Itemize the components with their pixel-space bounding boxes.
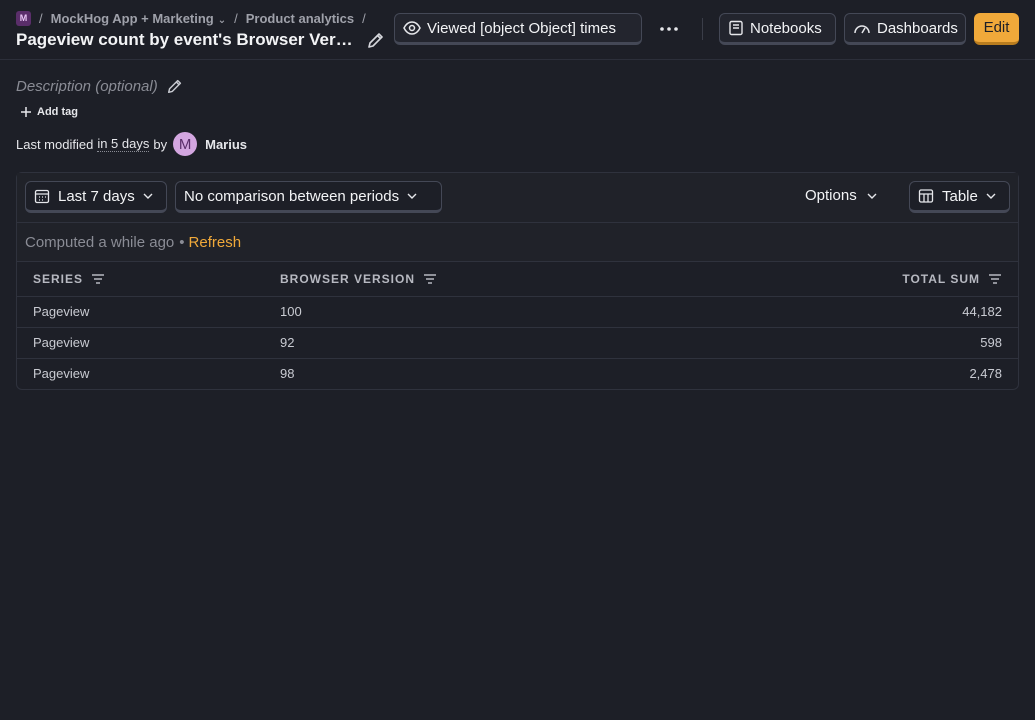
refresh-link[interactable]: Refresh bbox=[189, 234, 242, 251]
chevron-down-icon bbox=[986, 193, 996, 199]
dashboards-label: Dashboards bbox=[877, 19, 958, 37]
author-name: Marius bbox=[205, 136, 248, 152]
views-count-button[interactable]: Viewed [object Object] times bbox=[394, 13, 642, 45]
computed-status: Computed a while ago • Refresh bbox=[17, 223, 1018, 262]
pencil-icon bbox=[368, 33, 383, 48]
page-title[interactable]: Pageview count by event's Browser Versio… bbox=[16, 30, 361, 50]
pencil-icon bbox=[167, 79, 181, 94]
sort-icon bbox=[92, 274, 105, 284]
comparison-label: No comparison between periods bbox=[184, 187, 400, 205]
breadcrumb: M / MockHog App + Marketing ⌄ / Product a… bbox=[16, 10, 366, 26]
display-type-label: Table bbox=[942, 187, 978, 205]
table-header-row: SERIES BROWSER VERSION TOTAL SUM bbox=[17, 262, 1018, 297]
browser-version-cell: 98 bbox=[280, 366, 295, 382]
breadcrumb-separator: / bbox=[362, 10, 366, 26]
views-count-label: Viewed [object Object] times bbox=[427, 19, 616, 37]
sort-icon bbox=[989, 274, 1001, 284]
column-header-label: BROWSER VERSION bbox=[280, 271, 416, 286]
results-table: SERIES BROWSER VERSION TOTAL SUM Pagevie… bbox=[17, 262, 1018, 389]
total-sum-cell: 44,182 bbox=[708, 296, 1018, 328]
total-sum-cell: 598 bbox=[708, 327, 1018, 359]
gauge-icon bbox=[854, 25, 870, 34]
date-range-label: Last 7 days bbox=[58, 187, 135, 205]
computed-text: Computed a while ago bbox=[25, 233, 175, 251]
total-sum-cell: 2,478 bbox=[969, 366, 1002, 382]
last-modified: Last modified in 5 days by M Marius bbox=[16, 132, 248, 156]
comparison-select[interactable]: No comparison between periods bbox=[175, 181, 442, 213]
table-row: Pageview 92 598 bbox=[17, 327, 1018, 359]
table-row: Pageview 98 2,478 bbox=[17, 358, 1018, 389]
add-tag-button[interactable]: Add tag bbox=[16, 104, 82, 120]
description-field[interactable]: Description (optional) bbox=[16, 77, 184, 95]
breadcrumb-project-label: MockHog App + Marketing bbox=[50, 10, 214, 26]
project-badge[interactable]: M bbox=[16, 10, 31, 26]
more-options-button[interactable] bbox=[655, 18, 683, 40]
breadcrumb-section[interactable]: Product analytics bbox=[246, 11, 354, 26]
series-cell: Pageview bbox=[17, 327, 264, 359]
more-horizontal-icon bbox=[660, 27, 678, 31]
column-header-series[interactable]: SERIES bbox=[17, 262, 264, 297]
plus-icon bbox=[21, 107, 31, 117]
notebooks-label: Notebooks bbox=[750, 19, 822, 37]
breadcrumb-separator: / bbox=[39, 10, 43, 26]
display-type-select[interactable]: Table bbox=[909, 181, 1010, 213]
add-tag-label: Add tag bbox=[37, 106, 78, 118]
divider bbox=[702, 18, 703, 40]
eye-icon bbox=[403, 21, 421, 35]
chevron-down-icon bbox=[867, 193, 877, 199]
modified-time: in 5 days bbox=[97, 136, 150, 152]
filter-bar: Last 7 days No comparison between period… bbox=[17, 173, 1018, 223]
dashboards-button[interactable]: Dashboards bbox=[844, 13, 966, 45]
options-label: Options bbox=[805, 187, 857, 204]
options-button[interactable]: Options bbox=[805, 187, 877, 204]
column-header-label: TOTAL SUM bbox=[902, 271, 980, 286]
chevron-down-icon: ⌄ bbox=[217, 14, 227, 26]
status-bullet: • bbox=[179, 233, 185, 251]
description-placeholder: Description (optional) bbox=[16, 77, 158, 95]
column-header-label: SERIES bbox=[33, 271, 84, 286]
chevron-down-icon bbox=[143, 193, 153, 199]
column-header-browser-version[interactable]: BROWSER VERSION bbox=[264, 262, 709, 297]
table-row: Pageview 100 44,182 bbox=[17, 296, 1018, 328]
avatar: M bbox=[173, 132, 198, 156]
calendar-icon bbox=[34, 189, 50, 204]
edit-button[interactable]: Edit bbox=[974, 13, 1019, 45]
notebooks-button[interactable]: Notebooks bbox=[719, 13, 836, 45]
column-header-total-sum[interactable]: TOTAL SUM bbox=[708, 262, 1018, 297]
sort-icon bbox=[424, 274, 437, 284]
notebook-icon bbox=[729, 20, 743, 36]
insight-card: Last 7 days No comparison between period… bbox=[16, 172, 1019, 390]
breadcrumb-separator: / bbox=[234, 10, 238, 26]
chevron-down-icon bbox=[407, 193, 417, 199]
browser-version-cell: 100 bbox=[264, 296, 709, 328]
top-bar: M / MockHog App + Marketing ⌄ / Product a… bbox=[0, 0, 1035, 60]
series-cell: Pageview bbox=[17, 296, 264, 328]
date-range-select[interactable]: Last 7 days bbox=[25, 181, 167, 213]
breadcrumb-project[interactable]: MockHog App + Marketing ⌄ bbox=[51, 11, 227, 26]
edit-title-button[interactable] bbox=[366, 30, 386, 50]
modified-by: by bbox=[153, 136, 168, 152]
modified-prefix: Last modified bbox=[16, 136, 94, 152]
table-icon bbox=[918, 189, 934, 203]
browser-version-cell: 92 bbox=[264, 327, 709, 359]
series-cell: Pageview bbox=[33, 366, 90, 382]
